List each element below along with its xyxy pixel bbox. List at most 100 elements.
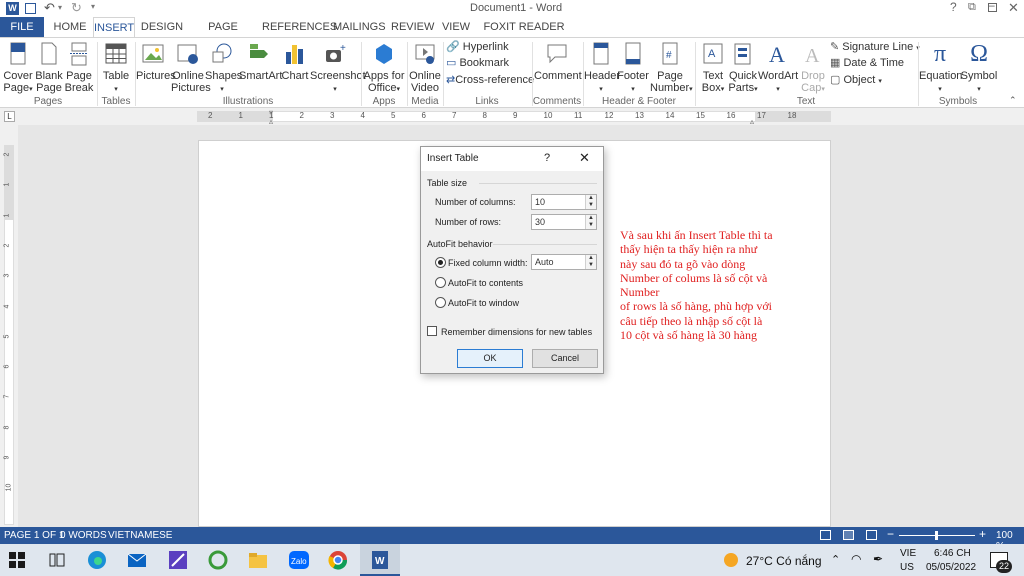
chart-button[interactable]: Chart <box>280 42 310 82</box>
columns-spinner[interactable]: ▲ ▼ <box>585 195 596 209</box>
autofit-window-radio[interactable] <box>435 297 446 308</box>
autofit-heading: AutoFit behavior <box>427 239 493 249</box>
input-language-bottom[interactable]: US <box>900 562 914 573</box>
group-tables: Tables <box>101 96 131 107</box>
page-break-button[interactable]: Page Break <box>64 42 94 94</box>
symbol-button[interactable]: Ω Symbol ▾ <box>960 42 998 96</box>
page-number-button[interactable]: # Page Number▾ <box>650 42 693 96</box>
autofit-contents-radio[interactable] <box>435 277 446 288</box>
shapes-button[interactable]: Shapes ▾ <box>205 42 242 96</box>
wifi-icon[interactable]: ◠ <box>851 552 861 566</box>
date-time-button[interactable]: ▦ Date & Time <box>830 57 920 69</box>
online-video-button[interactable]: Online Video <box>408 42 442 94</box>
group-media: Media <box>411 96 439 107</box>
text-box-button[interactable]: A Text Box▾ <box>697 42 729 96</box>
tab-references[interactable]: REFERENCES <box>262 17 337 38</box>
header-button[interactable]: Header ▾ <box>584 42 620 96</box>
footer-button[interactable]: Footer ▾ <box>617 42 649 96</box>
ruler-tick-label: 14 <box>665 111 675 120</box>
adobe-app-icon[interactable] <box>168 550 190 570</box>
tab-page-layout[interactable]: PAGE LAYOUT <box>188 17 258 54</box>
undo-dropdown-icon[interactable]: ▾ <box>58 3 62 12</box>
word-taskbar-button[interactable]: W <box>360 544 400 576</box>
remember-checkbox[interactable] <box>427 326 437 336</box>
windows-start-icon[interactable] <box>8 550 30 570</box>
clock-time[interactable]: 6:46 CH <box>934 548 971 559</box>
signature-line-button[interactable]: ✎ Signature Line ▾ <box>830 41 920 55</box>
comment-button[interactable]: Comment <box>534 42 582 82</box>
fixed-width-radio[interactable] <box>435 257 446 268</box>
first-line-indent-marker[interactable]: ▿ <box>269 108 273 117</box>
customize-qat-icon[interactable]: ▾ <box>91 2 95 11</box>
word-count[interactable]: 0 WORDS <box>60 530 107 541</box>
redo-icon[interactable]: ↻ <box>71 0 82 16</box>
web-layout-icon[interactable] <box>866 530 877 540</box>
cancel-button[interactable]: Cancel <box>532 349 598 368</box>
fixed-width-spinner[interactable]: ▲ ▼ <box>585 255 596 269</box>
zoom-out-icon[interactable]: − <box>887 527 894 541</box>
tab-file[interactable]: FILE <box>0 17 44 38</box>
zalo-icon[interactable]: Zalo <box>288 550 310 570</box>
mail-icon[interactable] <box>127 550 149 570</box>
zoom-in-icon[interactable]: + <box>979 527 986 541</box>
collapse-ribbon-icon[interactable]: ⌃ <box>1009 95 1017 106</box>
pen-icon[interactable]: ✒ <box>873 552 883 566</box>
wordart-button[interactable]: A WordArt ▾ <box>758 42 798 96</box>
edge-icon[interactable] <box>87 550 109 570</box>
table-button[interactable]: Table ▾ <box>99 42 133 96</box>
print-layout-icon[interactable] <box>843 530 854 540</box>
blank-page-button[interactable]: Blank Page <box>34 42 64 94</box>
show-hidden-icons[interactable]: ⌃ <box>831 553 840 566</box>
tab-insert[interactable]: INSERT <box>93 17 135 39</box>
rows-input[interactable]: 30 ▲ ▼ <box>531 214 597 230</box>
rows-spinner[interactable]: ▲ ▼ <box>585 215 596 229</box>
tab-review[interactable]: REVIEW <box>391 17 434 38</box>
hyperlink-button[interactable]: 🔗 Hyperlink <box>446 41 530 53</box>
fixed-width-input[interactable]: Auto ▲ ▼ <box>531 254 597 270</box>
clock-date[interactable]: 05/05/2022 <box>926 562 976 573</box>
pictures-button[interactable]: Pictures <box>136 42 176 82</box>
close-icon[interactable]: ✕ <box>1008 0 1019 16</box>
tab-design[interactable]: DESIGN <box>140 17 184 38</box>
cover-page-button[interactable]: Cover Page▾ <box>2 42 34 96</box>
tab-mailings[interactable]: MAILINGS <box>333 17 386 38</box>
save-icon[interactable] <box>25 3 36 14</box>
screenshot-button[interactable]: + Screenshot ▾ <box>310 42 366 96</box>
drop-cap-button[interactable]: A Drop Cap▾ <box>798 42 828 96</box>
tab-view[interactable]: VIEW <box>440 17 472 38</box>
dialog-help-icon[interactable]: ? <box>544 152 550 164</box>
quick-parts-button[interactable]: Quick Parts▾ <box>728 42 758 96</box>
weather-text[interactable]: 27°C Có nắng <box>746 554 822 568</box>
file-explorer-icon[interactable] <box>248 550 270 570</box>
apps-for-office-button[interactable]: Apps for Office▾ <box>362 42 406 96</box>
ruler-tick-label: 8 <box>482 111 487 120</box>
undo-icon[interactable]: ↶ <box>44 0 55 16</box>
bookmark-button[interactable]: ▭ Bookmark <box>446 57 530 69</box>
equation-button[interactable]: π Equation ▾ <box>919 42 962 96</box>
dialog-close-icon[interactable]: ✕ <box>579 150 590 166</box>
rows-label: Number of rows: <box>435 217 502 227</box>
ribbon-display-icon[interactable]: ⧉ <box>968 1 976 14</box>
cross-reference-button[interactable]: ⇄Cross-reference <box>446 74 534 86</box>
svg-text:A: A <box>769 42 785 66</box>
notification-count[interactable]: 22 <box>996 560 1012 573</box>
task-view-icon[interactable] <box>48 550 70 570</box>
tab-home[interactable]: HOME <box>50 17 90 38</box>
tab-selector[interactable]: L <box>4 111 15 122</box>
ok-button[interactable]: OK <box>457 349 523 368</box>
smartart-button[interactable]: SmartArt <box>239 42 282 82</box>
sync-app-icon[interactable] <box>208 550 230 570</box>
object-button[interactable]: ▢ Object ▾ <box>830 74 920 88</box>
columns-input[interactable]: 10 ▲ ▼ <box>531 194 597 210</box>
read-mode-icon[interactable] <box>820 530 831 540</box>
language-status[interactable]: VIETNAMESE <box>108 530 172 541</box>
page-count[interactable]: PAGE 1 OF 1 <box>4 530 64 541</box>
restore-icon[interactable] <box>988 3 997 12</box>
input-language-top[interactable]: VIE <box>900 548 916 559</box>
tab-foxit-reader-pdf[interactable]: FOXIT READER PDF <box>478 17 570 54</box>
online-pictures-button[interactable]: Online Pictures <box>171 42 211 94</box>
help-icon[interactable]: ? <box>950 0 957 14</box>
zoom-slider-thumb[interactable] <box>935 531 938 540</box>
chrome-icon[interactable] <box>328 550 350 570</box>
weather-sun-icon[interactable] <box>724 553 738 567</box>
